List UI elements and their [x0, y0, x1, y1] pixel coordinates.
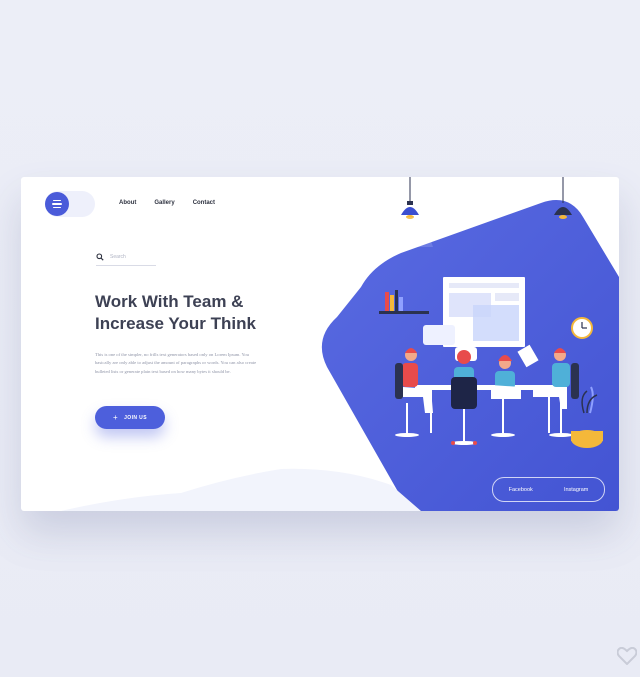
- nav-link-gallery[interactable]: Gallery: [154, 200, 174, 206]
- lamp-left-icon: [387, 177, 433, 247]
- presentation-board-icon: [443, 277, 525, 347]
- speech-bubble-icon: [423, 325, 455, 345]
- hero-title: Work With Team & Increase Your Think: [95, 291, 295, 335]
- hamburger-menu-icon[interactable]: [45, 192, 69, 216]
- search-input[interactable]: [110, 252, 154, 262]
- hero-title-line-1: Work With Team &: [95, 292, 244, 311]
- facebook-link[interactable]: Facebook: [509, 487, 533, 493]
- team-meeting-illustration: [321, 177, 619, 511]
- main-navigation: About Gallery Contact: [119, 200, 215, 206]
- hero-title-line-2: Increase Your Think: [95, 314, 256, 333]
- social-links: Facebook Instagram: [492, 477, 605, 502]
- nav-link-contact[interactable]: Contact: [193, 200, 215, 206]
- join-us-label: JOIN US: [124, 414, 147, 421]
- search-bar: [96, 251, 156, 266]
- nav-link-about[interactable]: About: [119, 200, 136, 206]
- heart-icon[interactable]: [617, 647, 637, 665]
- join-us-button[interactable]: + JOIN US: [95, 406, 165, 429]
- background-hill-shape: [61, 468, 421, 511]
- lamp-right-icon: [554, 177, 572, 219]
- instagram-link[interactable]: Instagram: [564, 487, 588, 493]
- search-icon[interactable]: [96, 253, 104, 261]
- plus-icon: +: [113, 413, 119, 422]
- landing-page-card: About Gallery Contact Work With Team & I…: [21, 177, 619, 511]
- wall-clock-icon: [571, 317, 593, 339]
- hero-description: This is one of the simpler, no frills te…: [95, 352, 257, 374]
